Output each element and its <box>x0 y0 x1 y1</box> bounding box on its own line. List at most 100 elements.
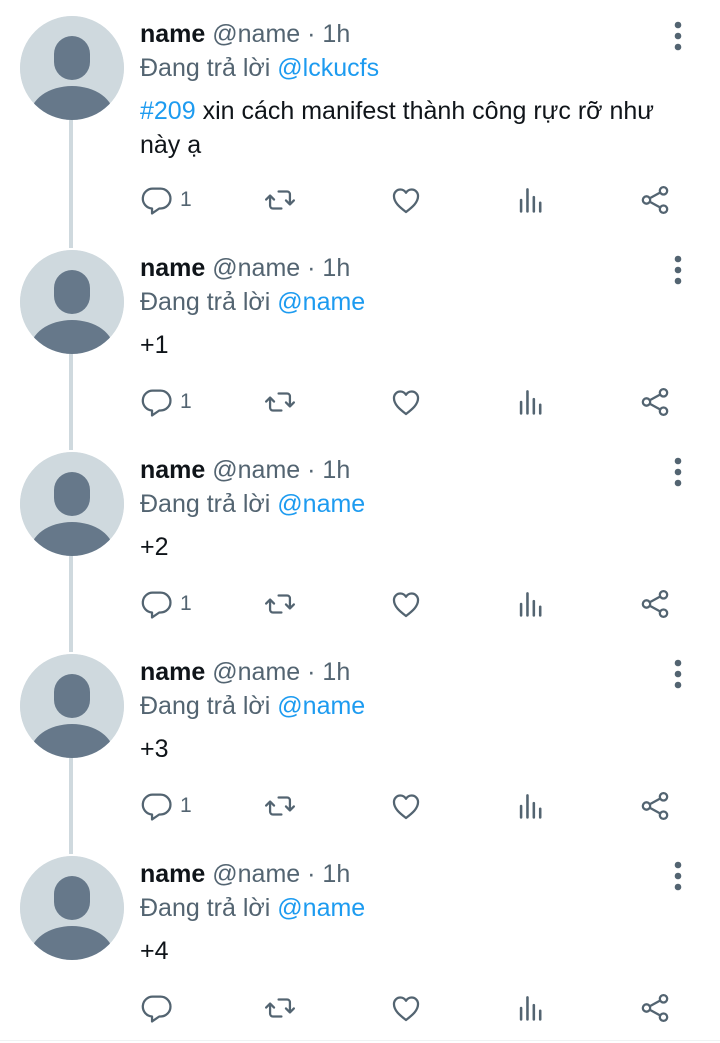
tweet[interactable]: name @name · 1h Đang trả lời @name +3 1 <box>0 638 720 854</box>
views-button[interactable] <box>514 786 548 826</box>
tweet-actions: 1 <box>0 786 720 826</box>
separator-dot: · <box>307 254 316 282</box>
avatar[interactable] <box>20 856 124 960</box>
user-handle[interactable]: @name <box>212 254 300 282</box>
replying-to-label: Đang trả lời <box>140 894 271 922</box>
like-button[interactable] <box>389 988 423 1028</box>
heart-icon <box>392 592 420 618</box>
bottom-divider <box>0 1040 720 1041</box>
views-bar-chart-icon <box>519 188 542 213</box>
more-options-button[interactable] <box>670 20 686 52</box>
like-button[interactable] <box>389 382 423 422</box>
tweet-body-text: +1 <box>140 331 169 359</box>
avatar[interactable] <box>20 452 124 556</box>
tweet[interactable]: name @name · 1h Đang trả lời @lckucfs #2… <box>0 0 720 248</box>
display-name[interactable]: name <box>140 860 205 888</box>
tweet-text: +1 <box>140 328 700 362</box>
display-name[interactable]: name <box>140 658 205 686</box>
reply-count: 1 <box>180 794 192 817</box>
timestamp[interactable]: 1h <box>322 658 350 686</box>
default-avatar-icon <box>20 856 124 960</box>
tweet-text: #209 xin cách manifest thành công rực rỡ… <box>140 94 700 162</box>
reply-bubble-icon <box>141 187 172 215</box>
reply-button[interactable]: 1 <box>140 382 192 422</box>
default-avatar-icon <box>20 16 124 120</box>
more-options-button[interactable] <box>670 658 686 690</box>
views-button[interactable] <box>514 180 548 220</box>
display-name[interactable]: name <box>140 254 205 282</box>
like-button[interactable] <box>389 180 423 220</box>
separator-dot: · <box>307 20 316 48</box>
tweet-body-text: +3 <box>140 735 169 763</box>
share-icon <box>641 791 669 821</box>
reply-to-mention-link[interactable]: @lckucfs <box>277 54 379 82</box>
reply-button[interactable] <box>140 988 180 1028</box>
display-name[interactable]: name <box>140 456 205 484</box>
replying-to-line: Đang trả lời @name <box>140 892 365 924</box>
reply-button[interactable]: 1 <box>140 180 192 220</box>
share-button[interactable] <box>638 180 672 220</box>
tweet-header: name @name · 1h <box>140 454 350 486</box>
user-handle[interactable]: @name <box>212 658 300 686</box>
views-button[interactable] <box>514 584 548 624</box>
tweet-header: name @name · 1h <box>140 18 350 50</box>
timestamp[interactable]: 1h <box>322 456 350 484</box>
tweet-actions <box>0 988 720 1028</box>
tweet[interactable]: name @name · 1h Đang trả lời @name +1 1 <box>0 234 720 450</box>
tweet-text: +2 <box>140 530 700 564</box>
reply-to-mention-link[interactable]: @name <box>277 894 365 922</box>
avatar[interactable] <box>20 250 124 354</box>
tweet-actions: 1 <box>0 382 720 422</box>
views-button[interactable] <box>514 382 548 422</box>
tweet-header: name @name · 1h <box>140 858 350 890</box>
views-bar-chart-icon <box>519 390 542 415</box>
retweet-button[interactable] <box>263 180 297 220</box>
share-button[interactable] <box>638 584 672 624</box>
tweet-actions: 1 <box>0 180 720 220</box>
tweet-body-text: +4 <box>140 937 169 965</box>
retweet-button[interactable] <box>263 382 297 422</box>
more-options-button[interactable] <box>670 254 686 286</box>
reply-button[interactable]: 1 <box>140 584 192 624</box>
share-button[interactable] <box>638 382 672 422</box>
display-name[interactable]: name <box>140 20 205 48</box>
more-options-button[interactable] <box>670 860 686 892</box>
replying-to-line: Đang trả lời @name <box>140 286 365 318</box>
timestamp[interactable]: 1h <box>322 20 350 48</box>
views-button[interactable] <box>514 988 548 1028</box>
user-handle[interactable]: @name <box>212 20 300 48</box>
reply-to-mention-link[interactable]: @name <box>277 692 365 720</box>
retweet-button[interactable] <box>263 584 297 624</box>
tweet[interactable]: name @name · 1h Đang trả lời @name +2 1 <box>0 436 720 652</box>
reply-button[interactable]: 1 <box>140 786 192 826</box>
share-icon <box>641 589 669 619</box>
like-button[interactable] <box>389 786 423 826</box>
default-avatar-icon <box>20 452 124 556</box>
user-handle[interactable]: @name <box>212 456 300 484</box>
avatar[interactable] <box>20 16 124 120</box>
avatar[interactable] <box>20 654 124 758</box>
tweet[interactable]: name @name · 1h Đang trả lời @name +4 <box>0 840 720 1040</box>
separator-dot: · <box>307 658 316 686</box>
more-vertical-icon <box>674 255 682 285</box>
tweet-header: name @name · 1h <box>140 656 350 688</box>
replying-to-label: Đang trả lời <box>140 54 271 82</box>
share-button[interactable] <box>638 988 672 1028</box>
retweet-icon <box>264 190 296 210</box>
reply-to-mention-link[interactable]: @name <box>277 490 365 518</box>
replying-to-label: Đang trả lời <box>140 692 271 720</box>
reply-bubble-icon <box>141 995 172 1023</box>
hashtag-link[interactable]: #209 <box>140 97 196 125</box>
reply-to-mention-link[interactable]: @name <box>277 288 365 316</box>
separator-dot: · <box>307 456 316 484</box>
tweet-text: +4 <box>140 934 700 968</box>
reply-count: 1 <box>180 390 192 413</box>
user-handle[interactable]: @name <box>212 860 300 888</box>
share-button[interactable] <box>638 786 672 826</box>
timestamp[interactable]: 1h <box>322 254 350 282</box>
timestamp[interactable]: 1h <box>322 860 350 888</box>
like-button[interactable] <box>389 584 423 624</box>
retweet-button[interactable] <box>263 786 297 826</box>
more-options-button[interactable] <box>670 456 686 488</box>
retweet-button[interactable] <box>263 988 297 1028</box>
